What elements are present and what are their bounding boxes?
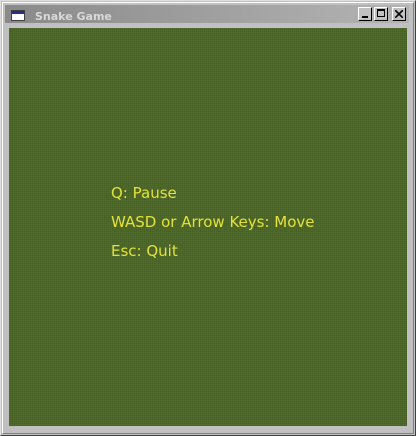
quit-instruction: Esc: Quit xyxy=(111,242,178,260)
minimize-button[interactable] xyxy=(358,7,372,21)
pause-instruction: Q: Pause xyxy=(111,184,177,202)
window-title: Snake Game xyxy=(35,10,112,23)
title-bar[interactable]: Snake Game xyxy=(5,5,409,23)
game-canvas[interactable]: Q: Pause WASD or Arrow Keys: Move Esc: Q… xyxy=(9,28,407,426)
close-button[interactable] xyxy=(392,7,406,21)
maximize-button[interactable] xyxy=(374,7,388,21)
move-instruction: WASD or Arrow Keys: Move xyxy=(111,213,315,231)
window-icon[interactable] xyxy=(11,10,25,21)
game-window: Snake Game Q: Pause WASD or Arrow Keys: … xyxy=(0,0,416,436)
instructions-panel: Q: Pause WASD or Arrow Keys: Move Esc: Q… xyxy=(111,183,315,270)
close-icon xyxy=(395,10,403,18)
